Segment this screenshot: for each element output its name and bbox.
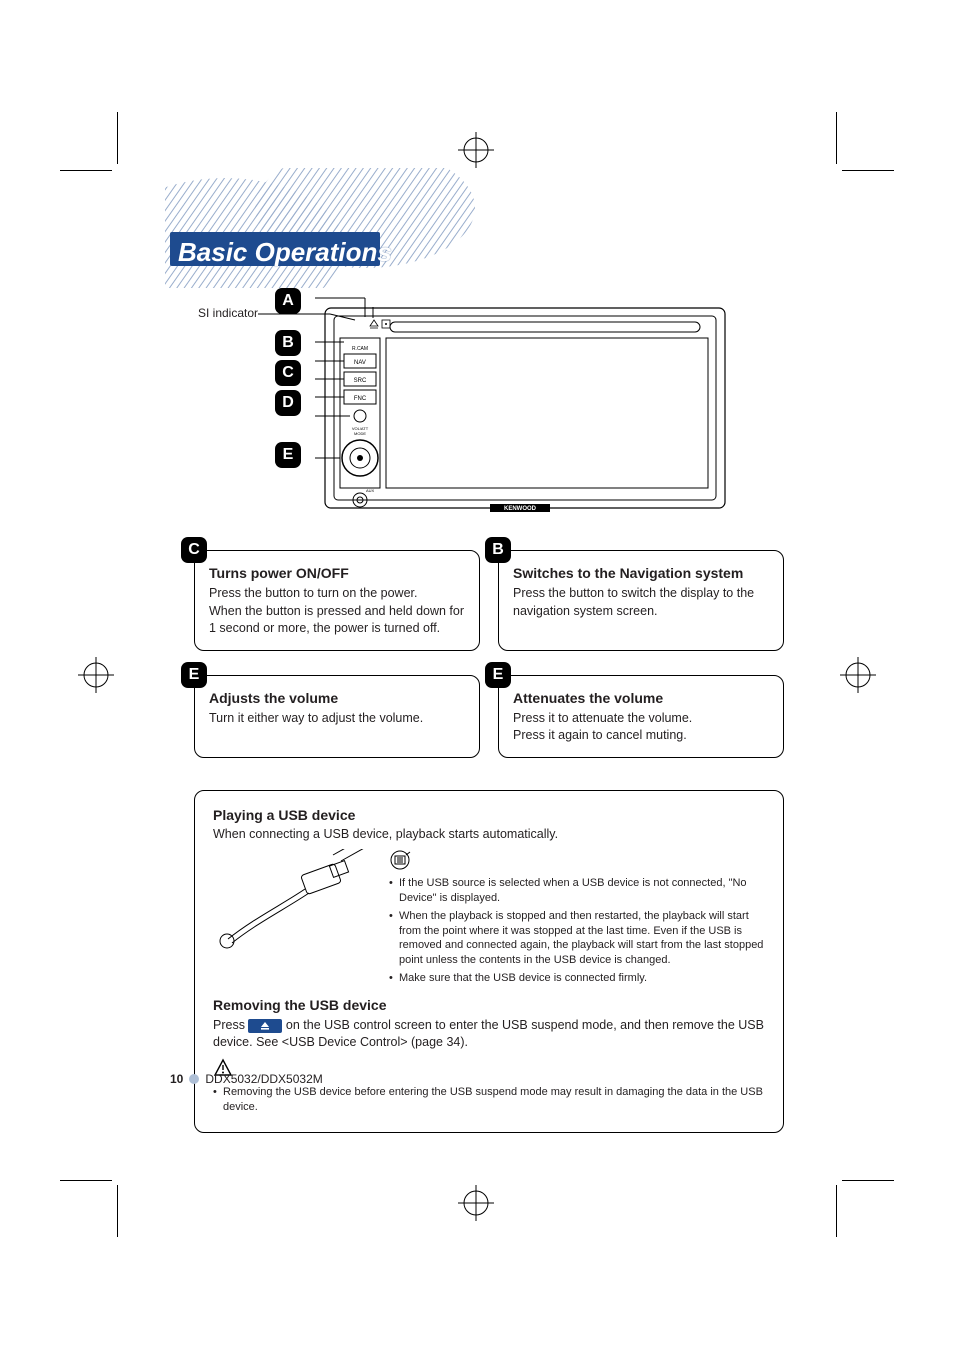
fnc-button-label: FNC: [354, 396, 367, 402]
usb-note-3: Make sure that the USB device is connect…: [389, 971, 765, 986]
box-vol-title: Adjusts the volume: [209, 690, 465, 706]
box-att-letter: E: [485, 662, 511, 688]
brand-label: KENWOOD: [504, 506, 537, 512]
box-power-line1: Press the button to turn on the power.: [209, 585, 465, 603]
box-nav-letter: B: [485, 537, 511, 563]
usb-illustration: [213, 849, 373, 949]
crop-mark: [842, 1180, 894, 1181]
box-att-line2: Press it again to cancel muting.: [513, 727, 769, 745]
box-volume: E Adjusts the volume Turn it either way …: [194, 675, 480, 758]
box-power-line2: When the button is pressed and held down…: [209, 603, 465, 638]
chapter-title: Basic Operations: [178, 237, 392, 268]
crop-mark: [60, 1180, 112, 1181]
box-attenuate: E Attenuates the volume Press it to atte…: [498, 675, 784, 758]
usb-remove-pre: Press: [213, 1018, 248, 1032]
crop-mark: [842, 170, 894, 171]
footer-dot-icon: [189, 1074, 199, 1084]
callout-c: C: [275, 360, 301, 386]
box-nav: B Switches to the Navigation system Pres…: [498, 550, 784, 651]
svg-text:R.CAM: R.CAM: [352, 346, 368, 352]
registration-mark-icon: [458, 132, 494, 168]
page: Basic Operations R.CAM NAV SRC FNC VOL/A…: [0, 0, 954, 1350]
box-nav-title: Switches to the Navigation system: [513, 565, 769, 581]
note-icon: [389, 849, 411, 871]
footer-model: DDX5032/DDX5032M: [205, 1072, 322, 1086]
page-footer: 10 DDX5032/DDX5032M: [170, 1072, 323, 1086]
src-button-label: SRC: [354, 378, 367, 384]
crop-mark: [117, 1185, 118, 1237]
crop-mark: [60, 170, 112, 171]
box-nav-line1: Press the button to switch the display t…: [513, 585, 769, 620]
usb-caution: Removing the USB device before entering …: [213, 1085, 765, 1115]
usb-play-title: Playing a USB device: [213, 807, 765, 823]
box-power-letter: C: [181, 537, 207, 563]
si-indicator-label: SI indicator: [198, 306, 258, 320]
box-vol-line1: Turn it either way to adjust the volume.: [209, 710, 465, 728]
svg-text:MODE: MODE: [354, 431, 366, 436]
registration-mark-icon: [78, 657, 114, 693]
usb-remove-title: Removing the USB device: [213, 997, 765, 1013]
box-power: C Turns power ON/OFF Press the button to…: [194, 550, 480, 651]
registration-mark-icon: [840, 657, 876, 693]
callout-b: B: [275, 330, 301, 356]
usb-notes: If the USB source is selected when a USB…: [389, 876, 765, 986]
usb-note-1: If the USB source is selected when a USB…: [389, 876, 765, 906]
diagram-callouts: A B C D E: [275, 290, 301, 472]
usb-note-2: When the playback is stopped and then re…: [389, 909, 765, 968]
box-vol-letter: E: [181, 662, 207, 688]
page-number: 10: [170, 1072, 183, 1086]
callout-d: D: [275, 390, 301, 416]
callout-e: E: [275, 442, 301, 468]
usb-remove-text: Press on the USB control screen to enter…: [213, 1017, 765, 1052]
box-att-line1: Press it to attenuate the volume.: [513, 710, 769, 728]
crop-mark: [117, 112, 118, 164]
crop-mark: [836, 112, 837, 164]
svg-text:AUX: AUX: [366, 488, 375, 493]
usb-remove-post: on the USB control screen to enter the U…: [213, 1018, 764, 1050]
registration-mark-icon: [458, 1185, 494, 1221]
crop-mark: [836, 1185, 837, 1237]
box-power-title: Turns power ON/OFF: [209, 565, 465, 581]
nav-button-label: NAV: [354, 360, 366, 366]
chapter-hatching: [165, 168, 485, 288]
info-boxes: C Turns power ON/OFF Press the button to…: [194, 550, 784, 782]
eject-icon: [248, 1019, 282, 1033]
callout-a: A: [275, 288, 301, 314]
box-att-title: Attenuates the volume: [513, 690, 769, 706]
usb-play-lead: When connecting a USB device, playback s…: [213, 827, 765, 841]
